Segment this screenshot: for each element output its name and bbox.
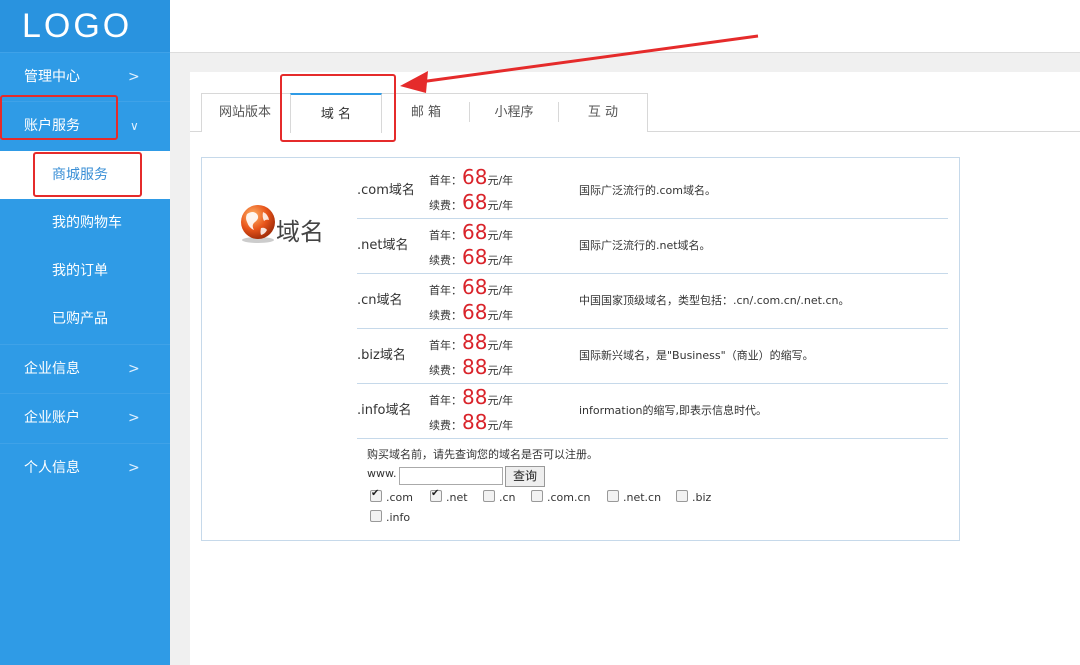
annotation-arrow-icon <box>400 34 759 93</box>
